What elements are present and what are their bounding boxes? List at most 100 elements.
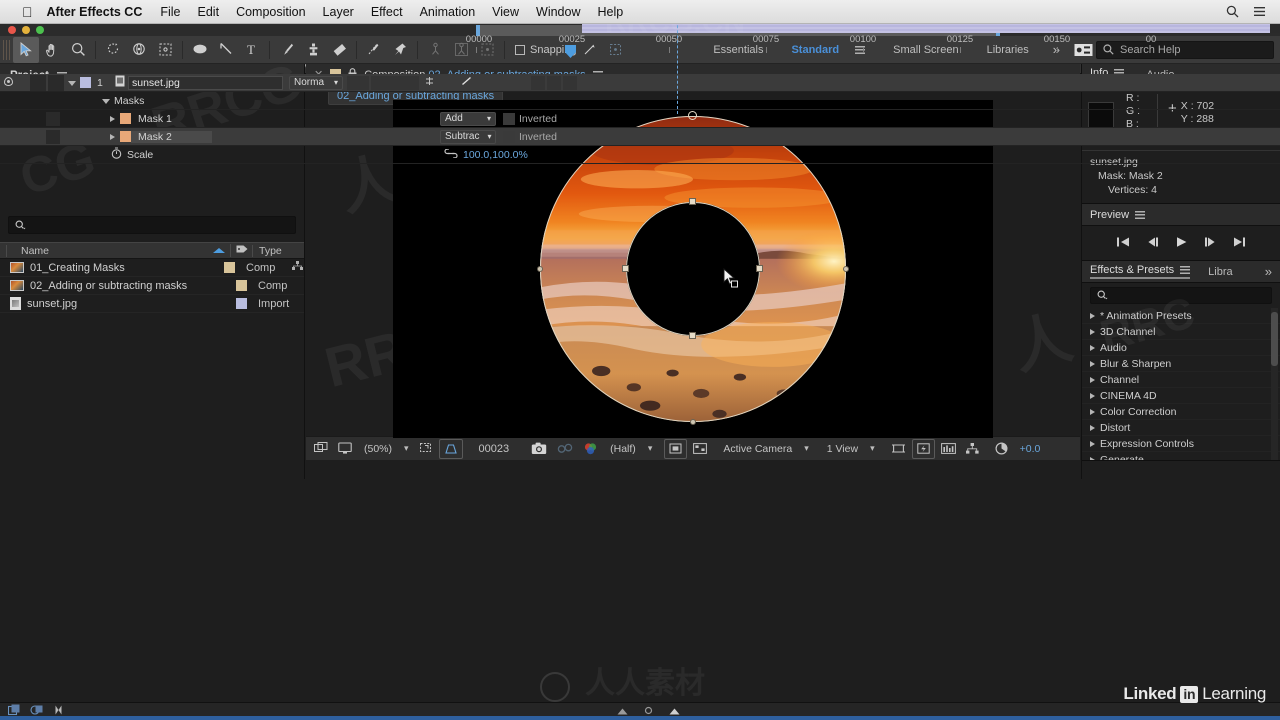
take-snapshot-icon[interactable]: [527, 439, 551, 459]
project-item-type: Comp: [246, 261, 276, 274]
toolbar-grip[interactable]: [3, 39, 11, 60]
mask-1-vertex-left[interactable]: [537, 266, 543, 272]
macos-menubar:  After Effects CC File Edit Composition…: [0, 0, 1280, 24]
project-search-input[interactable]: [8, 216, 296, 234]
frame-blend-toggle[interactable]: [531, 75, 545, 90]
quality-switch-toggle[interactable]: [457, 76, 475, 89]
apple-logo-icon[interactable]: : [22, 5, 33, 19]
mask-lock-toggle[interactable]: [46, 111, 60, 126]
menu-item-layer[interactable]: Layer: [323, 5, 354, 19]
column-type[interactable]: Type: [252, 244, 304, 257]
track-matte-dropdown[interactable]: [371, 75, 419, 90]
layer-lock-toggle[interactable]: [48, 74, 64, 91]
link-dimensions-icon[interactable]: [444, 147, 458, 161]
orbit-camera-tool-icon[interactable]: [126, 37, 152, 63]
channel-monitor-icon[interactable]: [334, 439, 356, 459]
menu-item-file[interactable]: File: [160, 5, 180, 19]
mask-lock-toggle[interactable]: [46, 129, 60, 144]
stopwatch-icon[interactable]: [108, 147, 124, 162]
scale-property-name[interactable]: Scale: [124, 149, 153, 161]
selection-tool-icon[interactable]: [13, 36, 39, 63]
mask-2-mode-value: Subtrac: [445, 131, 480, 142]
mask-1-disclosure-triangle-icon[interactable]: [104, 113, 120, 125]
project-item-label: 01_Creating Masks: [30, 261, 125, 274]
menu-item-composition[interactable]: Composition: [236, 5, 305, 19]
control-center-icon[interactable]: [1253, 5, 1266, 18]
layer-index: 1: [97, 76, 103, 89]
motion-blur-toggle[interactable]: [547, 75, 561, 90]
masks-disclosure-triangle-icon[interactable]: [98, 95, 114, 107]
menu-item-animation[interactable]: Animation: [420, 5, 476, 19]
menu-item-view[interactable]: View: [492, 5, 519, 19]
show-snapshot-icon[interactable]: [553, 439, 577, 459]
always-preview-icon[interactable]: [310, 439, 332, 459]
label-color-swatch[interactable]: [230, 280, 252, 291]
zoom-dropdown-chevron-icon[interactable]: ▾: [400, 443, 413, 454]
comp-thumbnail-icon: [10, 280, 24, 291]
toolbar-divider-4: [356, 40, 357, 59]
learning-wordmark: Learning: [1202, 684, 1266, 703]
chevron-down-icon: ▾: [487, 132, 492, 141]
shape-tool-icon[interactable]: [187, 37, 213, 63]
roto-brush-tool-icon[interactable]: [361, 37, 387, 63]
menu-item-effect[interactable]: Effect: [371, 5, 403, 19]
layer-label-swatch[interactable]: [80, 77, 91, 88]
file-icon: [10, 297, 21, 310]
zoom-tool-icon[interactable]: [65, 37, 91, 63]
blend-mode-dropdown[interactable]: Norma ▾: [289, 75, 343, 90]
layer-source-name[interactable]: sunset.jpg: [128, 75, 283, 90]
maximize-window-button[interactable]: [36, 26, 44, 34]
spotlight-search-icon[interactable]: [1226, 5, 1239, 18]
hand-tool-icon[interactable]: [39, 37, 65, 63]
layer-disclosure-triangle-icon[interactable]: [64, 77, 80, 89]
rotation-tool-icon[interactable]: [100, 37, 126, 63]
mask-2-name[interactable]: Mask 2: [131, 130, 212, 143]
layer-visibility-toggle[interactable]: [0, 76, 16, 89]
puppet-position-tool-icon[interactable]: [422, 37, 448, 63]
mask-1-mode-dropdown[interactable]: Add ▾: [440, 111, 496, 126]
mask-2-inverted-checkbox[interactable]: [503, 130, 515, 143]
puppet-pin-tool-icon[interactable]: [387, 37, 413, 63]
brush-tool-icon[interactable]: [274, 37, 300, 63]
transparency-grid-icon[interactable]: [438, 438, 463, 459]
label-color-swatch[interactable]: [218, 262, 240, 273]
mask-2-label-swatch[interactable]: [120, 131, 131, 142]
zoom-level-value[interactable]: (50%): [358, 443, 398, 455]
mask-1-name[interactable]: Mask 1: [131, 113, 172, 125]
label-color-swatch[interactable]: [230, 298, 252, 309]
project-item-row[interactable]: 02_Adding or subtracting masks Comp: [0, 277, 304, 295]
playhead-marker[interactable]: [565, 45, 576, 58]
preserve-transparency-toggle[interactable]: [347, 75, 369, 90]
scale-value[interactable]: 100.0,100.0%: [463, 149, 528, 161]
mask-1-label-swatch[interactable]: [120, 113, 131, 124]
pan-behind-tool-icon[interactable]: [152, 37, 178, 63]
shy-switch-toggle[interactable]: [419, 76, 439, 89]
mask-1-inverted-checkbox[interactable]: [503, 112, 515, 125]
app-name-menu[interactable]: After Effects CC: [47, 5, 143, 19]
pen-tool-icon[interactable]: [213, 37, 239, 63]
clone-stamp-tool-icon[interactable]: [300, 37, 326, 63]
timeline-graph[interactable]: [581, 0, 1280, 720]
type-tool-icon[interactable]: T: [239, 37, 265, 63]
mask-1-inverted-label: Inverted: [519, 112, 557, 125]
mask-2-mode-dropdown[interactable]: Subtrac ▾: [440, 129, 496, 144]
eraser-tool-icon[interactable]: [326, 37, 352, 63]
toolbar-divider: [95, 40, 96, 59]
close-window-button[interactable]: [8, 26, 16, 34]
sort-ascending-icon[interactable]: [208, 245, 230, 257]
project-item-row[interactable]: sunset.jpg Import: [0, 295, 304, 313]
minimize-window-button[interactable]: [22, 26, 30, 34]
three-d-toggle[interactable]: [563, 75, 577, 90]
column-label-tag[interactable]: [230, 244, 252, 257]
menu-item-window[interactable]: Window: [536, 5, 580, 19]
menu-item-edit[interactable]: Edit: [198, 5, 220, 19]
project-item-list: 01_Creating Masks Comp 02_Adding or subt…: [0, 259, 304, 313]
region-of-interest-icon[interactable]: [415, 439, 437, 459]
project-item-row[interactable]: 01_Creating Masks Comp: [0, 259, 304, 277]
current-time-value[interactable]: 00023: [465, 443, 516, 455]
menu-item-help[interactable]: Help: [598, 5, 624, 19]
mask-2-disclosure-triangle-icon[interactable]: [104, 131, 120, 143]
svg-text:T: T: [247, 42, 255, 57]
column-name[interactable]: Name: [6, 244, 208, 257]
layer-solo-toggle[interactable]: [30, 74, 46, 91]
